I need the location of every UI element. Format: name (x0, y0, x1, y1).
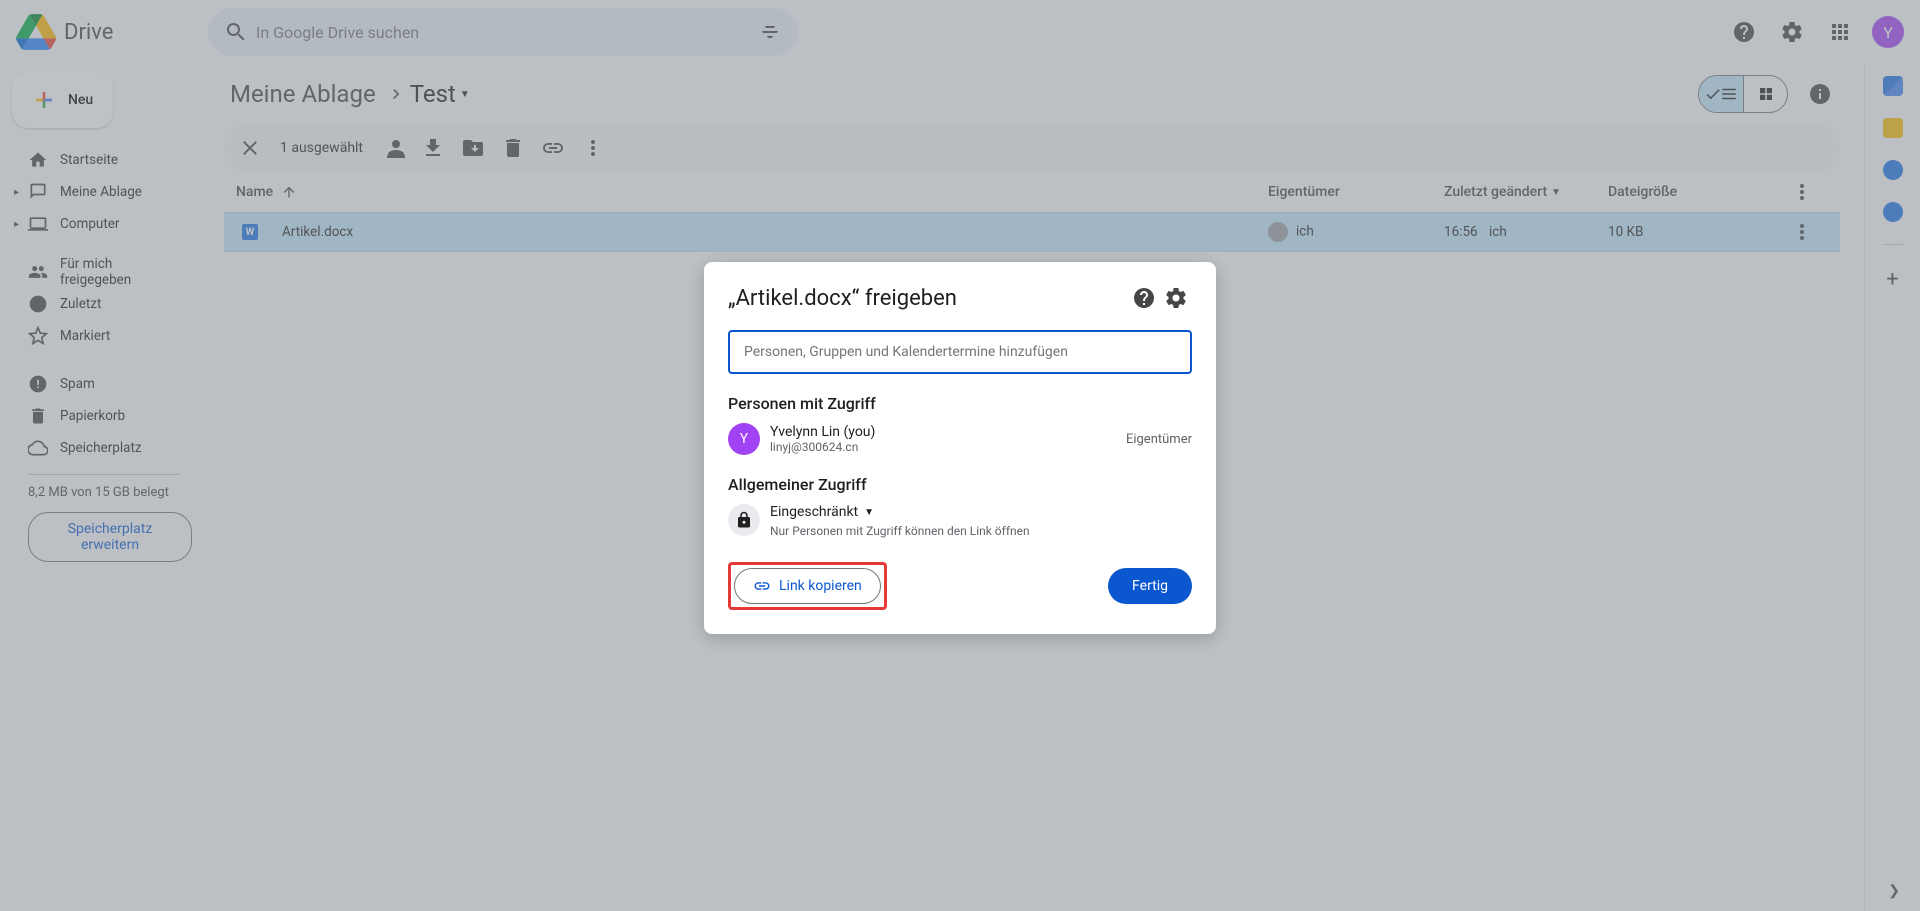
general-access-heading: Allgemeiner Zugriff (728, 475, 1192, 494)
done-button[interactable]: Fertig (1108, 568, 1192, 604)
add-people-input[interactable] (728, 330, 1192, 374)
general-access-row: Eingeschränkt▼ Nur Personen mit Zugriff … (728, 504, 1192, 538)
lock-icon (728, 504, 760, 536)
person-email: linyj@300624.cn (770, 440, 875, 454)
modal-scrim: „Artikel.docx“ freigeben Personen mit Zu… (0, 0, 1920, 911)
copy-link-highlight: Link kopieren (728, 562, 887, 610)
access-level-select[interactable]: Eingeschränkt▼ (770, 504, 1030, 520)
person-name: Yvelynn Lin (you) (770, 424, 875, 440)
person-avatar: Y (728, 423, 760, 455)
link-icon (753, 577, 771, 595)
person-role: Eigentümer (1126, 432, 1192, 447)
access-note: Nur Personen mit Zugriff können den Link… (770, 524, 1030, 538)
dialog-title: „Artikel.docx“ freigeben (728, 286, 1128, 311)
copy-link-button[interactable]: Link kopieren (734, 568, 881, 604)
dialog-settings-icon[interactable] (1160, 282, 1192, 314)
share-dialog: „Artikel.docx“ freigeben Personen mit Zu… (704, 262, 1216, 634)
caret-down-icon: ▼ (864, 507, 874, 518)
dialog-help-icon[interactable] (1128, 282, 1160, 314)
people-with-access-heading: Personen mit Zugriff (728, 394, 1192, 413)
person-row: Y Yvelynn Lin (you) linyj@300624.cn Eige… (728, 423, 1192, 455)
